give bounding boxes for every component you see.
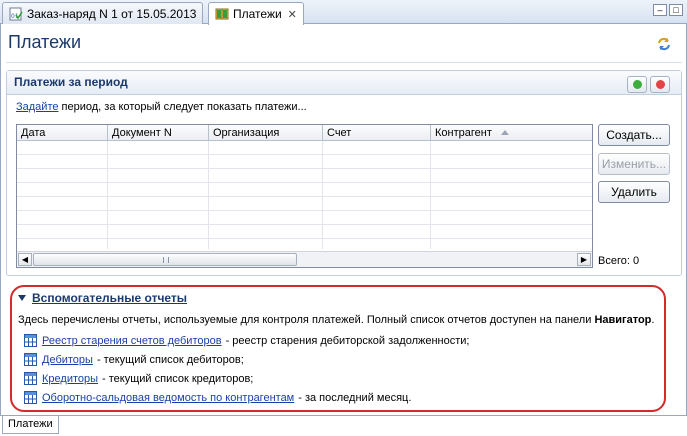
reports-description: Здесь перечислены отчеты, используемые д… bbox=[18, 314, 654, 326]
navigator-label: Навигатор bbox=[594, 314, 652, 326]
list-item: Реестр старения счетов дебиторов - реестр… bbox=[24, 331, 469, 350]
column-header-counterparty-label: Контрагент bbox=[435, 127, 492, 139]
tab-order[interactable]: 01 Заказ-наряд N 1 от 15.05.2013 bbox=[2, 2, 204, 24]
close-icon[interactable]: ✕ bbox=[288, 8, 297, 21]
report-link-debtors[interactable]: Дебиторы bbox=[42, 354, 93, 366]
report-link-creditors[interactable]: Кредиторы bbox=[42, 373, 98, 385]
horizontal-scrollbar[interactable]: ◀ ▶ bbox=[17, 251, 592, 267]
scrollbar-thumb[interactable] bbox=[33, 253, 297, 266]
create-button[interactable]: Создать... bbox=[598, 124, 670, 146]
report-link-turnover[interactable]: Оборотно-сальдовая ведомость по контраге… bbox=[42, 392, 294, 404]
edit-button[interactable]: Изменить... bbox=[598, 153, 670, 175]
red-circle-icon bbox=[655, 80, 665, 89]
tab-bottom-payments[interactable]: Платежи bbox=[2, 416, 59, 434]
payments-section-header: Платежи за период bbox=[7, 71, 681, 95]
tab-order-label: Заказ-наряд N 1 от 15.05.2013 bbox=[27, 6, 197, 21]
payments-table[interactable]: Дата Документ N Организация Счет Контраг… bbox=[16, 124, 593, 268]
tab-payments[interactable]: Платежи ✕ bbox=[208, 2, 304, 25]
payments-section-title: Платежи за период bbox=[14, 75, 128, 89]
table-row[interactable] bbox=[17, 183, 592, 197]
table-header: Дата Документ N Организация Счет Контраг… bbox=[17, 125, 592, 141]
column-header-counterparty[interactable]: Контрагент bbox=[431, 125, 592, 141]
report-desc: - реестр старения дебиторской задолженно… bbox=[225, 334, 470, 347]
list-item: Оборотно-сальдовая ведомость по контраге… bbox=[24, 388, 469, 407]
table-row[interactable] bbox=[17, 155, 592, 169]
scroll-left-icon[interactable]: ◀ bbox=[18, 253, 32, 266]
list-item: Кредиторы - текущий список кредиторов; bbox=[24, 369, 469, 388]
reports-section-header[interactable]: Вспомогательные отчеты bbox=[18, 291, 187, 305]
report-link-aging[interactable]: Реестр старения счетов дебиторов bbox=[42, 335, 222, 347]
table-row[interactable] bbox=[17, 141, 592, 155]
report-grid-icon bbox=[24, 334, 37, 347]
column-header-document[interactable]: Документ N bbox=[108, 125, 209, 141]
sort-ascending-icon bbox=[501, 130, 509, 135]
total-count: Всего: 0 bbox=[598, 255, 640, 267]
reports-section: Вспомогательные отчеты Здесь перечислены… bbox=[10, 285, 666, 412]
report-grid-icon bbox=[24, 391, 37, 404]
reports-section-title[interactable]: Вспомогательные отчеты bbox=[32, 291, 187, 305]
period-hint: Задайте период, за который следует показ… bbox=[16, 101, 307, 113]
tab-payments-label: Платежи bbox=[233, 7, 282, 21]
report-desc: - за последний месяц. bbox=[298, 391, 412, 404]
refresh-icon[interactable] bbox=[656, 36, 672, 52]
cancel-button[interactable] bbox=[650, 76, 670, 93]
report-grid-icon bbox=[24, 353, 37, 366]
table-body bbox=[17, 141, 592, 239]
column-header-date[interactable]: Дата bbox=[17, 125, 108, 141]
column-header-account[interactable]: Счет bbox=[323, 125, 431, 141]
delete-button[interactable]: Удалить bbox=[598, 181, 670, 203]
report-desc: - текущий список кредиторов; bbox=[102, 372, 254, 385]
reports-description-end: . bbox=[651, 314, 655, 326]
reports-description-text: Здесь перечислены отчеты, используемые д… bbox=[18, 314, 595, 326]
title-divider bbox=[6, 62, 682, 63]
scroll-right-icon[interactable]: ▶ bbox=[577, 253, 591, 266]
bottom-divider bbox=[0, 415, 687, 416]
payments-section: Платежи за период Задайте период, за кот… bbox=[6, 70, 682, 276]
apply-button[interactable] bbox=[627, 76, 647, 93]
page-title: Платежи bbox=[8, 32, 82, 52]
reports-list: Реестр старения счетов дебиторов - реестр… bbox=[24, 331, 469, 407]
green-circle-icon bbox=[632, 80, 642, 89]
list-item: Дебиторы - текущий список дебиторов; bbox=[24, 350, 469, 369]
report-grid-icon bbox=[24, 372, 37, 385]
maximize-button[interactable]: □ bbox=[669, 4, 683, 16]
grip-icon bbox=[163, 257, 169, 263]
document-check-icon: 01 bbox=[9, 7, 23, 21]
table-row[interactable] bbox=[17, 197, 592, 211]
table-row[interactable] bbox=[17, 225, 592, 239]
collapse-triangle-icon[interactable] bbox=[18, 295, 26, 301]
editor-tab-bar: 01 Заказ-наряд N 1 от 15.05.2013 Платежи… bbox=[0, 0, 687, 25]
table-row[interactable] bbox=[17, 211, 592, 225]
column-header-organization[interactable]: Организация bbox=[209, 125, 323, 141]
report-desc: - текущий список дебиторов; bbox=[96, 353, 244, 366]
period-hint-text: период, за который следует показать плат… bbox=[58, 101, 307, 113]
minimize-button[interactable]: – bbox=[653, 4, 667, 16]
set-period-link[interactable]: Задайте bbox=[16, 101, 58, 113]
table-row[interactable] bbox=[17, 169, 592, 183]
book-icon bbox=[215, 7, 229, 21]
